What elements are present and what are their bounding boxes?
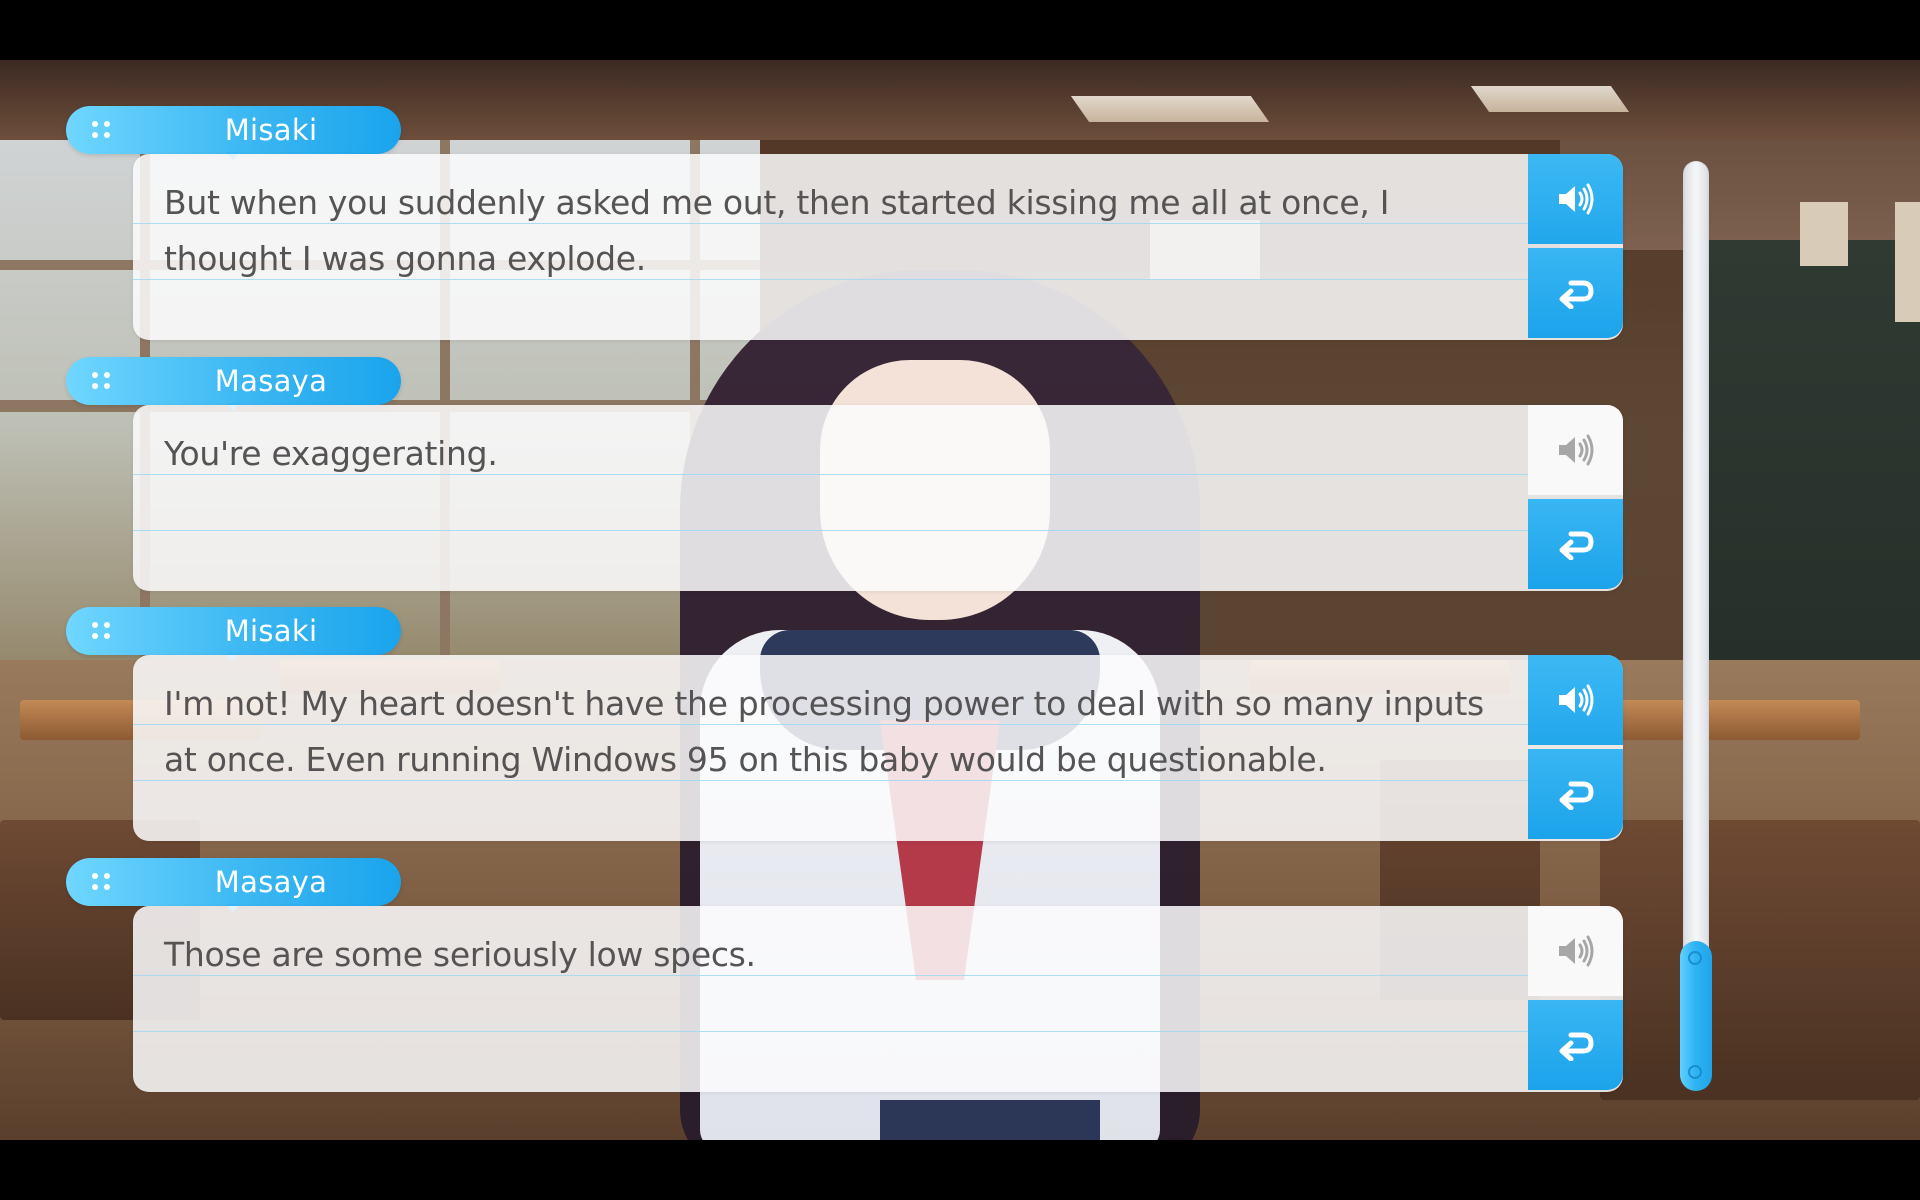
return-arrow-icon [1559,280,1594,309]
return-arrow-icon [1559,531,1594,560]
dialogue-text: But when you suddenly asked me out, then… [164,183,1390,278]
dialogue-text: You're exaggerating. [164,434,498,473]
speaker-icon [1558,434,1593,466]
backlog-entry: Misaki But when you suddenly asked me ou… [66,106,1626,346]
speaker-icon [1558,935,1593,967]
drag-grip-icon [92,121,112,139]
jump-to-line-button[interactable] [1528,749,1623,839]
ruled-line [133,1031,1533,1032]
speaker-icon [1558,684,1593,716]
speaker-name: Masaya [214,865,328,899]
return-arrow-icon [1559,1032,1594,1061]
backlog-entry: Misaki I'm not! My heart doesn't have th… [66,607,1626,847]
jump-to-line-button[interactable] [1528,1000,1623,1090]
speaker-name: Misaki [224,113,318,147]
jump-to-line-button[interactable] [1528,499,1623,589]
dialogue-panel: I'm not! My heart doesn't have the proce… [133,655,1623,841]
dialogue-panel: You're exaggerating. [133,405,1623,591]
backlog-entry: Masaya You're exaggerating. [66,357,1626,597]
speaker-name: Masaya [214,364,328,398]
replay-voice-button[interactable] [1528,655,1623,745]
letterbox-bottom [0,1140,1920,1200]
letterbox-top [0,0,1920,60]
speaker-icon [1558,183,1593,215]
return-arrow-icon [1559,781,1594,810]
drag-grip-icon [92,873,112,891]
dialogue-panel: But when you suddenly asked me out, then… [133,154,1623,340]
ruled-line [133,530,1533,531]
scroll-knob-icon [1688,951,1702,965]
dialogue-text: I'm not! My heart doesn't have the proce… [164,684,1484,779]
speaker-tab[interactable]: Masaya [66,357,401,411]
drag-grip-icon [92,622,112,640]
dialogue-panel: Those are some seriously low specs. [133,906,1623,1092]
speaker-name: Misaki [224,614,318,648]
replay-voice-button [1528,906,1623,996]
replay-voice-button[interactable] [1528,154,1623,244]
speaker-tab[interactable]: Masaya [66,858,401,912]
backlog-scrollbar-thumb[interactable] [1680,941,1712,1091]
jump-to-line-button[interactable] [1528,248,1623,338]
replay-voice-button [1528,405,1623,495]
drag-grip-icon [92,372,112,390]
game-screen: Misaki But when you suddenly asked me ou… [0,0,1920,1200]
dialogue-text: Those are some seriously low specs. [164,935,756,974]
backlog-entry: Masaya Those are some seriously low spec… [66,858,1626,1098]
scroll-knob-icon [1688,1065,1702,1079]
speaker-tab[interactable]: Misaki [66,607,401,661]
speaker-tab[interactable]: Misaki [66,106,401,160]
